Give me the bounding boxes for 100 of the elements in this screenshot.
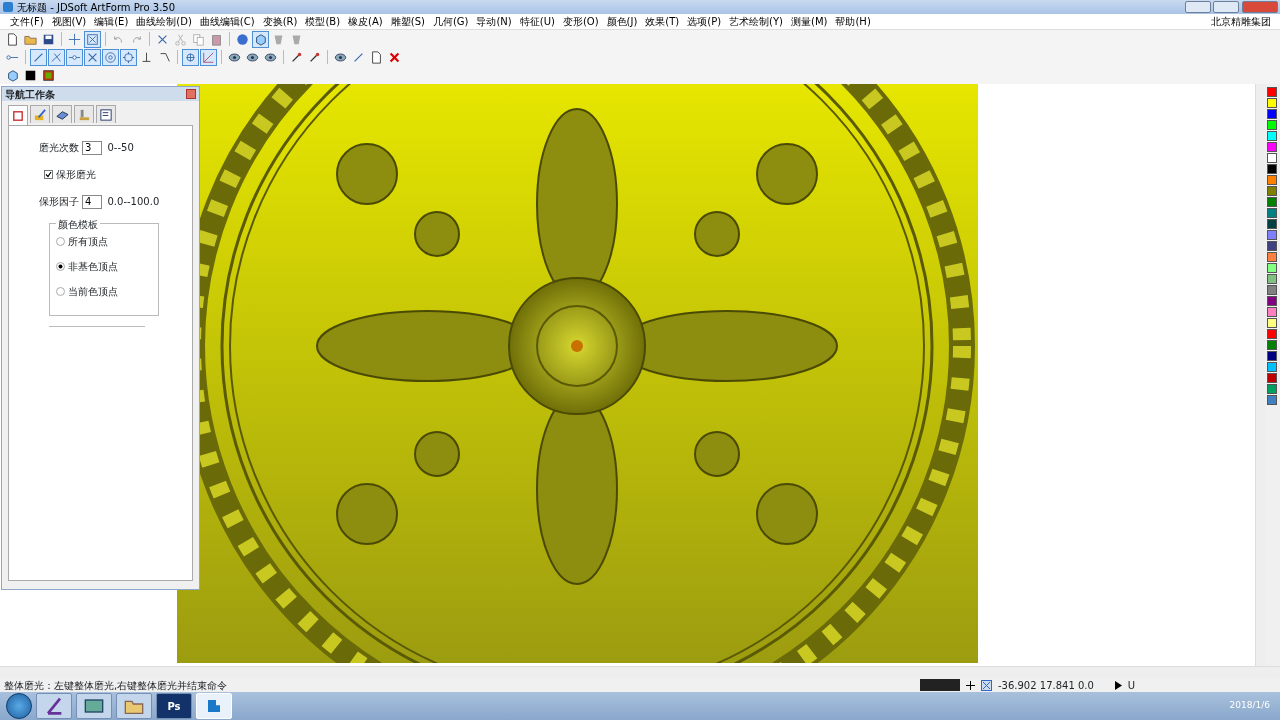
cube-icon bbox=[254, 32, 267, 46]
color-swatch[interactable] bbox=[1267, 164, 1277, 174]
eye-icon bbox=[246, 50, 259, 64]
color-swatch[interactable] bbox=[1267, 120, 1277, 130]
color-swatch[interactable] bbox=[1267, 318, 1277, 328]
color-swatch[interactable] bbox=[1267, 340, 1277, 350]
cube-icon bbox=[6, 68, 19, 82]
box-x-icon bbox=[981, 679, 992, 691]
color-swatch[interactable] bbox=[1267, 109, 1277, 119]
menu-item[interactable]: 编辑(E) bbox=[90, 14, 133, 29]
color-swatch[interactable] bbox=[1267, 131, 1277, 141]
color-swatch[interactable] bbox=[1267, 230, 1277, 240]
taskbar-app-button[interactable] bbox=[116, 693, 152, 719]
brush-icon bbox=[33, 108, 47, 122]
menu-item[interactable]: 效果(T) bbox=[641, 14, 684, 29]
menu-item[interactable]: 变换(R) bbox=[258, 14, 302, 29]
range-label: 0--50 bbox=[107, 141, 134, 155]
play-icon bbox=[1114, 680, 1122, 690]
radio-button[interactable] bbox=[56, 237, 65, 246]
coordinates: -36.902 17.841 0.0 bbox=[998, 678, 1094, 693]
tool-icon bbox=[77, 108, 91, 122]
menu-item[interactable]: 导动(N) bbox=[472, 14, 516, 29]
color-swatch[interactable] bbox=[1267, 208, 1277, 218]
radio-label: 所有顶点 bbox=[68, 235, 108, 249]
picture-icon bbox=[84, 696, 104, 716]
menu-item[interactable]: 文件(F) bbox=[6, 14, 48, 29]
color-swatch[interactable] bbox=[1267, 186, 1277, 196]
menu-item[interactable]: 曲线编辑(C) bbox=[195, 14, 259, 29]
pin-icon bbox=[290, 50, 303, 64]
status-message: 整体磨光：左键整体磨光,右键整体磨光并结束命令 bbox=[4, 678, 228, 693]
eye-icon bbox=[228, 50, 241, 64]
number-field[interactable]: 4 bbox=[82, 194, 102, 209]
color-swatch[interactable] bbox=[1267, 98, 1277, 108]
color-swatch[interactable] bbox=[1267, 142, 1277, 152]
color-swatch[interactable] bbox=[1267, 252, 1277, 262]
checkbox[interactable] bbox=[44, 170, 53, 179]
group-title: 颜色模板 bbox=[56, 217, 100, 232]
number-field[interactable]: 3 bbox=[82, 140, 102, 155]
vertical-scrollbar[interactable] bbox=[1255, 84, 1265, 666]
color-swatch[interactable] bbox=[1267, 351, 1277, 361]
color-swatch[interactable] bbox=[1267, 197, 1277, 207]
layer-icon bbox=[55, 108, 69, 122]
menu-item[interactable]: 特征(U) bbox=[515, 14, 559, 29]
color-swatch[interactable] bbox=[1267, 274, 1277, 284]
color-swatch[interactable] bbox=[1267, 307, 1277, 317]
perpendicular-icon bbox=[140, 50, 153, 64]
eye-icon bbox=[264, 50, 277, 64]
menu-item[interactable]: 模型(B) bbox=[301, 14, 345, 29]
color-swatch[interactable] bbox=[1267, 296, 1277, 306]
unit-label: U bbox=[1127, 678, 1136, 693]
color-swatch[interactable] bbox=[1267, 373, 1277, 383]
panel-tab[interactable] bbox=[96, 105, 116, 123]
menu-item[interactable]: 变形(O) bbox=[558, 14, 603, 29]
color-swatch[interactable] bbox=[1267, 263, 1277, 273]
gradient-icon bbox=[42, 68, 55, 82]
field-label: 磨光次数 bbox=[39, 141, 79, 155]
color-swatch[interactable] bbox=[1267, 153, 1277, 163]
menu-item[interactable]: 帮助(H) bbox=[831, 14, 875, 29]
taskbar-app-button[interactable] bbox=[36, 693, 72, 719]
menu-item[interactable]: 颜色(J) bbox=[602, 14, 642, 29]
taskbar-app-button[interactable] bbox=[76, 693, 112, 719]
close-button[interactable] bbox=[186, 89, 196, 99]
restore-button[interactable] bbox=[1213, 1, 1239, 13]
field-label: 保形因子 bbox=[39, 195, 79, 209]
radio-button[interactable] bbox=[56, 262, 65, 271]
menu-item[interactable]: 雕塑(S) bbox=[386, 14, 429, 29]
taskbar-app-button[interactable]: Ps bbox=[156, 693, 192, 719]
color-swatch[interactable] bbox=[1267, 87, 1277, 97]
panel-tab[interactable] bbox=[8, 105, 28, 125]
start-button[interactable] bbox=[6, 693, 32, 719]
crosshair-icon bbox=[184, 50, 197, 64]
close-button[interactable] bbox=[1241, 1, 1278, 13]
mini-toolbar bbox=[920, 679, 960, 691]
menu-item[interactable]: 视图(V) bbox=[47, 14, 91, 29]
menu-item[interactable]: 曲线绘制(D) bbox=[132, 14, 196, 29]
delete-icon bbox=[388, 50, 401, 64]
panel-tab[interactable] bbox=[52, 105, 72, 123]
window-title: 无标题 - JDSoft ArtForm Pro 3.50 bbox=[17, 0, 176, 15]
color-swatch[interactable] bbox=[1267, 175, 1277, 185]
clipboard-icon bbox=[210, 32, 223, 46]
sphere-icon bbox=[236, 32, 249, 46]
menu-item[interactable]: 橡皮(A) bbox=[344, 14, 387, 29]
color-swatch[interactable] bbox=[1267, 395, 1277, 405]
radio-button[interactable] bbox=[56, 287, 65, 296]
horizontal-scrollbar[interactable] bbox=[0, 666, 1280, 678]
minimize-button[interactable] bbox=[1184, 1, 1211, 13]
color-swatch[interactable] bbox=[1267, 329, 1277, 339]
menu-item[interactable]: 几何(G) bbox=[428, 14, 473, 29]
menu-item[interactable]: 艺术绘制(Y) bbox=[725, 14, 788, 29]
color-swatch[interactable] bbox=[1267, 384, 1277, 394]
color-swatch[interactable] bbox=[1267, 241, 1277, 251]
menu-item[interactable]: 选项(P) bbox=[683, 14, 726, 29]
color-swatch[interactable] bbox=[1267, 219, 1277, 229]
menu-item[interactable]: 测量(M) bbox=[787, 14, 832, 29]
color-swatch[interactable] bbox=[1267, 285, 1277, 295]
eye-icon bbox=[334, 50, 347, 64]
color-swatch[interactable] bbox=[1267, 362, 1277, 372]
clock-date: 2018/1/6 bbox=[1229, 699, 1270, 713]
panel-tab[interactable] bbox=[74, 105, 94, 123]
panel-tab[interactable] bbox=[30, 105, 50, 123]
